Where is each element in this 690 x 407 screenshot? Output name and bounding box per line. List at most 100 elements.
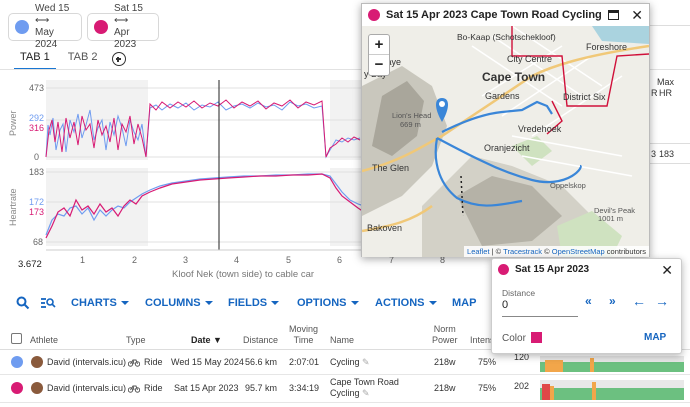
x-tick-3: 3	[183, 255, 189, 265]
map-label: Gardens	[485, 91, 520, 101]
arrow-left-icon[interactable]: ←	[632, 293, 646, 309]
divider	[650, 25, 690, 26]
distance-field[interactable]: 0	[502, 299, 578, 317]
moving-time-cell: 3:34:19	[289, 383, 320, 393]
map-window[interactable]: Sat 15 Apr 2023 Cape Town Road Cycling ✕	[361, 3, 650, 257]
filter-search-icon[interactable]	[40, 296, 56, 310]
right-col-header: Max HR	[657, 77, 675, 98]
map-attribution: Leaflet | © Tracestrack © OpenStreetMap …	[464, 246, 649, 257]
maximize-icon[interactable]	[608, 9, 620, 20]
map-label: Foreshore	[586, 42, 628, 52]
options-menu[interactable]: OPTIONS	[297, 297, 359, 309]
date-chip-1[interactable]: Wed 15 ⟷ May 2024	[8, 3, 82, 50]
bike-icon	[128, 359, 140, 367]
last-icon[interactable]: »	[609, 294, 616, 308]
osm-link[interactable]: OpenStreetMap	[552, 247, 605, 256]
bike-icon	[128, 385, 140, 393]
col-athlete[interactable]: Athlete	[30, 335, 58, 346]
columns-menu[interactable]: COLUMNS	[145, 297, 213, 309]
map-label: Bakoven	[367, 223, 403, 233]
map-button[interactable]: MAP	[452, 297, 476, 309]
intensity-cell: 75%	[478, 383, 497, 393]
add-tab-icon[interactable]	[111, 52, 126, 66]
chevron-down-icon	[120, 301, 129, 305]
avatar	[31, 356, 43, 368]
select-all-checkbox[interactable]	[11, 333, 22, 344]
right-col-val-2: 183	[659, 149, 675, 159]
map-label: The Glen	[372, 163, 410, 173]
map-label: Bo-Kaap (Schotschekloof)	[457, 32, 556, 42]
fields-menu[interactable]: FIELDS	[228, 297, 280, 309]
series-color-dot	[11, 356, 23, 368]
date-cell: Sat 15 Apr 2023	[174, 383, 239, 393]
leaflet-link[interactable]: Leaflet	[467, 247, 490, 256]
color-swatch[interactable]	[531, 332, 542, 343]
series-color-dot	[11, 382, 23, 394]
charts-menu[interactable]: CHARTS	[71, 297, 129, 309]
x-tick-4: 4	[234, 255, 240, 265]
activity-popup[interactable]: Sat 15 Apr 2023 ✕ Distance 0 « » ← → Col…	[491, 258, 682, 354]
distance-label: Distance	[502, 288, 536, 298]
map-label: 1001 m	[598, 214, 624, 223]
date-chip-text: Sat 15 ⟷ Apr 2023	[114, 3, 143, 50]
athlete-cell[interactable]: David (intervals.icu)	[47, 357, 126, 368]
right-col-val-1: 3	[651, 149, 657, 159]
col-name[interactable]: Name	[330, 335, 354, 346]
x-tick-1: 1	[80, 255, 86, 265]
chevron-down-icon	[204, 301, 213, 305]
map-label: Vredehoek	[518, 124, 562, 134]
hr-cell: 202	[514, 381, 530, 391]
x-tick-5: 5	[286, 255, 292, 265]
first-icon[interactable]: «	[585, 294, 592, 308]
tab-bar: TAB 1 TAB 2	[14, 48, 126, 70]
moving-time-cell: 2:07:01	[289, 357, 320, 367]
chevron-down-icon	[350, 301, 359, 305]
series-color-dot	[15, 20, 29, 34]
zoom-in-button[interactable]: +	[369, 35, 389, 55]
tracestrack-link[interactable]: Tracestrack	[503, 247, 542, 256]
avatar	[31, 382, 43, 394]
right-col-r: R	[651, 88, 658, 98]
type-cell: Ride	[144, 383, 163, 393]
date-chip-2[interactable]: Sat 15 ⟷ Apr 2023	[87, 3, 159, 50]
color-label: Color	[502, 333, 526, 344]
map-label: City Centre	[507, 54, 553, 64]
col-moving-time[interactable]: Moving Time	[289, 324, 318, 346]
search-icon[interactable]	[16, 296, 30, 310]
zoom-out-button[interactable]: −	[369, 55, 389, 75]
map-view[interactable]: Bo-Kaap (Schotschekloof) Foreshore City …	[362, 26, 649, 257]
x-axis-label: Kloof Nek (town side) to cable car	[172, 269, 315, 280]
col-distance[interactable]: Distance	[243, 335, 278, 346]
chevron-down-icon	[271, 301, 280, 305]
tab-1[interactable]: TAB 1	[14, 48, 56, 70]
map-label: Oppelskop	[550, 181, 586, 190]
map-window-titlebar[interactable]: Sat 15 Apr 2023 Cape Town Road Cycling ✕	[362, 4, 649, 25]
map-window-title: Sat 15 Apr 2023 Cape Town Road Cycling	[386, 8, 602, 21]
col-type[interactable]: Type	[126, 335, 146, 346]
close-icon[interactable]: ✕	[631, 8, 643, 22]
col-date[interactable]: Date ▼	[191, 335, 222, 346]
col-norm-power[interactable]: Norm Power	[432, 324, 458, 346]
actions-menu[interactable]: ACTIONS	[375, 297, 437, 309]
popup-map-button[interactable]: MAP	[644, 332, 666, 343]
tab-2[interactable]: TAB 2	[62, 48, 104, 70]
zone-bar	[540, 356, 684, 372]
divider	[650, 163, 690, 164]
table-row[interactable]: David (intervals.icu) Ride Sat 15 Apr 20…	[0, 375, 690, 403]
x-tick-2: 2	[132, 255, 138, 265]
name-cell[interactable]: Cape Town Road Cycling ✎	[330, 377, 399, 399]
norm-power-cell: 218w	[434, 357, 456, 367]
name-cell[interactable]: Cycling ✎	[330, 357, 370, 368]
norm-power-cell: 218w	[434, 383, 456, 393]
athlete-cell[interactable]: David (intervals.icu)	[47, 383, 126, 394]
map-label: Oranjezicht	[484, 143, 530, 153]
distance-cell: 95.7 km	[245, 383, 278, 393]
series-color-dot	[94, 20, 108, 34]
map-label: Cape Town	[482, 70, 546, 84]
popup-header: Sat 15 Apr 2023	[498, 264, 589, 275]
series-color-dot	[498, 264, 509, 275]
x-tick-6: 6	[337, 255, 343, 265]
date-cell: Wed 15 May 2024	[171, 357, 244, 367]
arrow-right-icon[interactable]: →	[655, 293, 669, 309]
close-icon[interactable]: ✕	[661, 262, 673, 279]
